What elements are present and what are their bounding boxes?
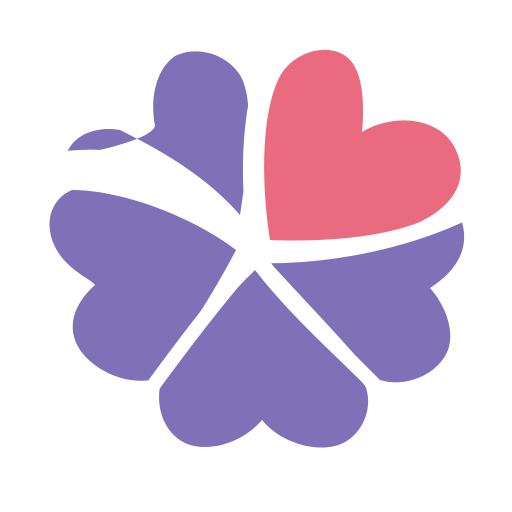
upper-left-heart-petal bbox=[66, 51, 249, 216]
top-heart-petal bbox=[264, 49, 461, 241]
app-icon-canvas bbox=[0, 0, 512, 512]
heart-clover-logo bbox=[49, 41, 475, 448]
